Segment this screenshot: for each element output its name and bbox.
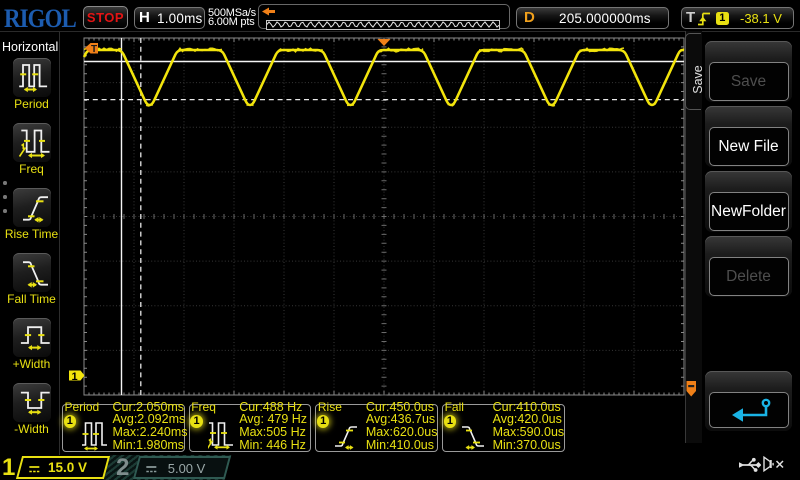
svg-text:T: T (91, 44, 97, 55)
svg-text:1: 1 (72, 371, 78, 383)
